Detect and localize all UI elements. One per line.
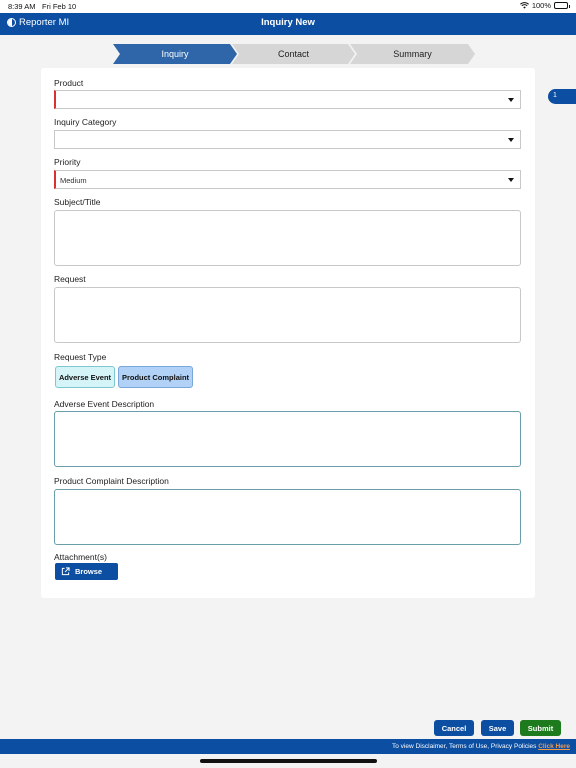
footer-text: To view Disclaimer, Terms of Use, Privac…	[392, 743, 537, 750]
inquiry-category-select[interactable]	[54, 130, 521, 149]
step-contact[interactable]: Contact	[232, 44, 355, 64]
priority-label: Priority	[54, 157, 81, 167]
adverse-event-description-label: Adverse Event Description	[54, 399, 155, 409]
product-complaint-description-label: Product Complaint Description	[54, 476, 169, 486]
step-inquiry[interactable]: Inquiry	[113, 44, 237, 64]
chevron-down-icon	[508, 98, 514, 102]
chevron-down-icon	[508, 138, 514, 142]
browse-label: Browse	[75, 567, 103, 576]
status-right: 100%	[519, 1, 570, 10]
browse-button[interactable]: Browse	[55, 563, 118, 580]
footer-bar: To view Disclaimer, Terms of Use, Privac…	[0, 739, 576, 754]
product-complaint-description-textarea[interactable]	[54, 489, 521, 545]
step-summary[interactable]: Summary	[350, 44, 475, 64]
subject-textarea[interactable]	[54, 210, 521, 266]
battery-percent: 100%	[531, 1, 551, 10]
side-tab[interactable]: 1	[548, 89, 576, 104]
footer-text-wrap: To view Disclaimer, Terms of Use, Privac…	[392, 743, 570, 750]
app-header: Reporter MI Inquiry New	[0, 13, 576, 35]
attachments-label: Attachment(s)	[54, 552, 107, 562]
priority-select[interactable]: Medium	[54, 170, 521, 189]
product-complaint-toggle[interactable]: Product Complaint	[118, 366, 193, 388]
wifi-icon	[519, 2, 529, 9]
click-here-link[interactable]: Click Here	[538, 743, 570, 750]
adverse-event-description-textarea[interactable]	[54, 411, 521, 467]
external-upload-icon	[61, 567, 70, 576]
request-textarea[interactable]	[54, 287, 521, 343]
request-label: Request	[54, 274, 86, 284]
product-label: Product	[54, 78, 84, 88]
inquiry-category-label: Inquiry Category	[54, 117, 117, 127]
battery-icon	[554, 2, 570, 9]
priority-value: Medium	[60, 176, 87, 185]
home-indicator[interactable]	[200, 759, 377, 763]
subject-label: Subject/Title	[54, 197, 101, 207]
status-date: Fri Feb 10	[42, 2, 77, 11]
chevron-down-icon	[508, 178, 514, 182]
status-bar: 8:39 AM Fri Feb 10 100%	[0, 0, 576, 13]
product-select[interactable]	[54, 90, 521, 109]
adverse-event-toggle[interactable]: Adverse Event	[55, 366, 115, 388]
cancel-button[interactable]: Cancel	[434, 720, 474, 736]
page-title: Inquiry New	[261, 17, 315, 28]
save-button[interactable]: Save	[481, 720, 514, 736]
request-type-label: Request Type	[54, 352, 107, 362]
status-time: 8:39 AM	[8, 2, 36, 11]
submit-button[interactable]: Submit	[520, 720, 561, 736]
step-indicator: Inquiry Contact Summary	[113, 44, 475, 64]
